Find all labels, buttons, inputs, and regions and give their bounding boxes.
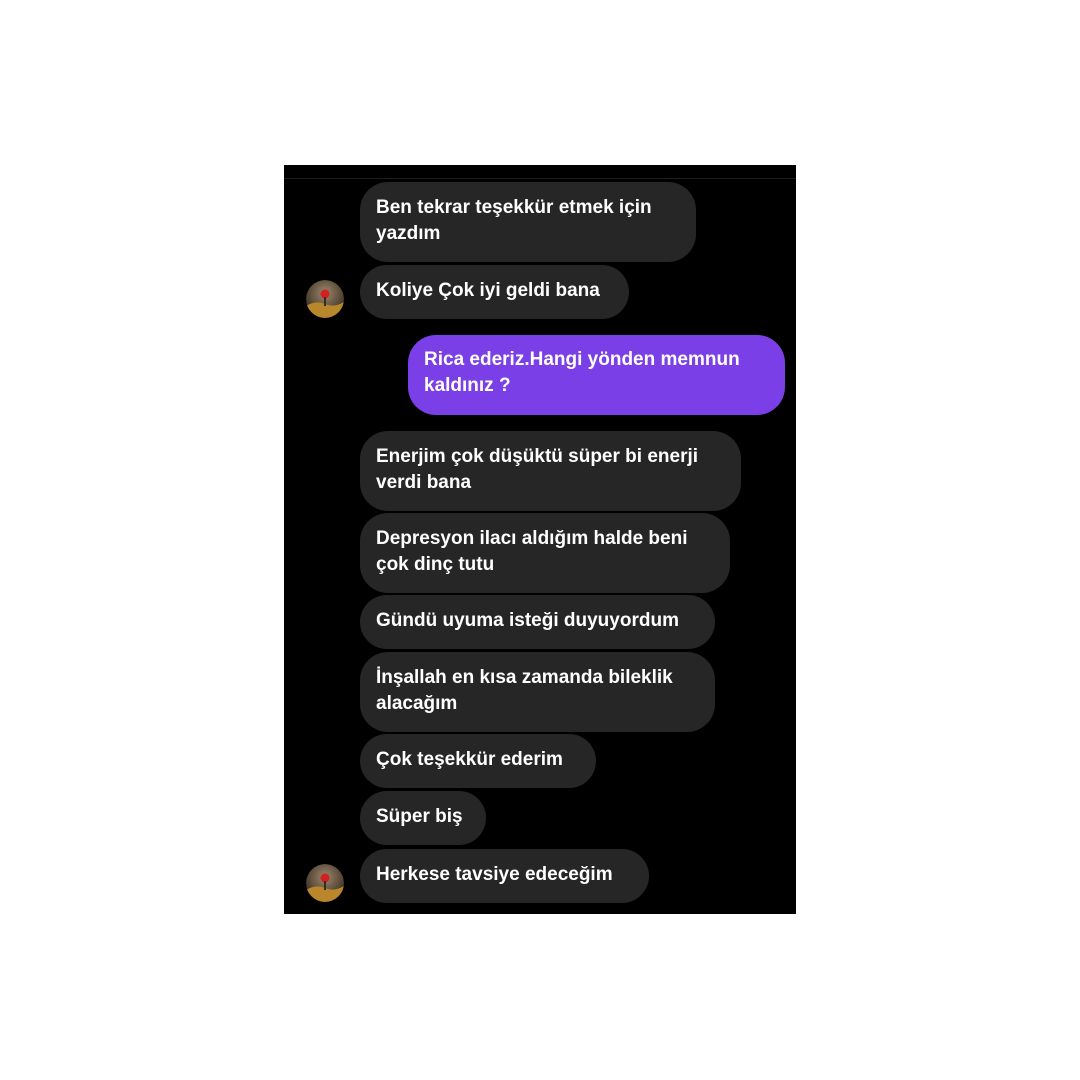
avatar-image [306,864,344,902]
message-bubble-outgoing[interactable]: Rica ederiz.Hangi yönden memnun kaldınız… [408,335,785,415]
message-bubble-incoming[interactable]: Enerjim çok düşüktü süper bi enerji verd… [360,431,741,511]
message-bubble-incoming[interactable]: İnşallah en kısa zamanda bileklik alacağ… [360,652,715,732]
avatar-image [306,280,344,318]
message-bubble-incoming[interactable]: Ben tekrar teşekkür etmek için yazdım [360,182,696,262]
contact-avatar[interactable] [306,864,344,902]
message-bubble-incoming[interactable]: Koliye Çok iyi geldi bana [360,265,629,319]
message-bubble-incoming[interactable]: Gündü uyuma isteği duyuyordum [360,595,715,649]
message-bubble-incoming[interactable]: Çok teşekkür ederim [360,734,596,788]
contact-avatar[interactable] [306,280,344,318]
header-divider [284,178,796,179]
chat-thread: Ben tekrar teşekkür etmek için yazdım Ko… [284,165,796,914]
message-bubble-incoming[interactable]: Herkese tavsiye edeceğim [360,849,649,903]
message-bubble-incoming[interactable]: Depresyon ilacı aldığım halde beni çok d… [360,513,730,593]
message-bubble-incoming[interactable]: Süper biş [360,791,486,845]
